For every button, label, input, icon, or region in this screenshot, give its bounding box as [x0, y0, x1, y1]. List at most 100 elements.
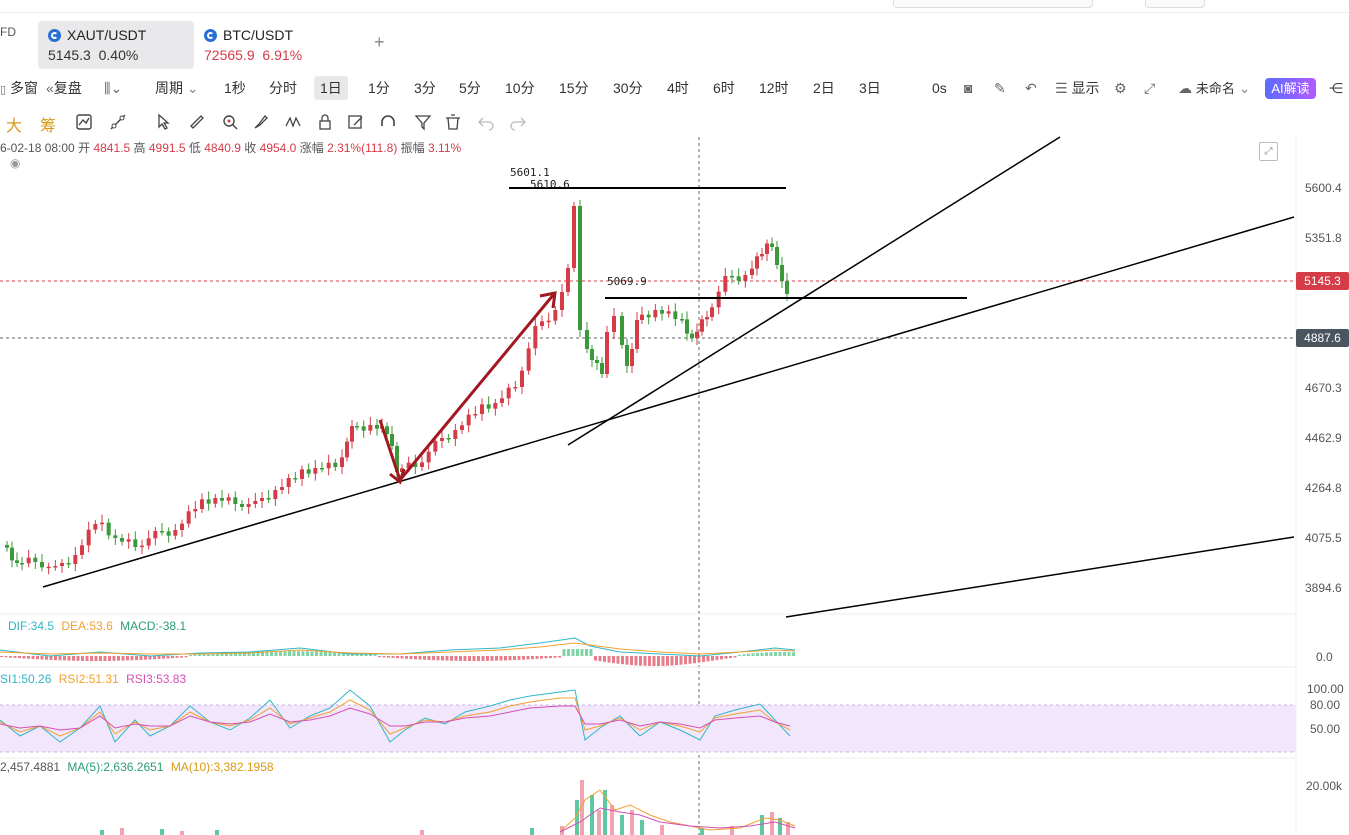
macd-bar: [495, 656, 498, 661]
macd-bar: [508, 656, 512, 661]
candle-body: [355, 426, 359, 428]
candle-body: [186, 511, 191, 524]
volume-bar: [160, 829, 164, 835]
candle-body: [113, 535, 118, 538]
macd-bar: [472, 656, 476, 661]
candle-body: [153, 531, 158, 539]
price-tick: 4264.8: [1305, 481, 1342, 495]
rsi-legend: SI1:50.26 RSI2:51.31 RSI3:53.83: [0, 672, 186, 686]
macd-bar: [598, 656, 602, 662]
candle-body: [466, 414, 471, 426]
candle-body: [625, 345, 629, 366]
volume-bar: [420, 830, 424, 835]
macd-bar: [621, 656, 624, 665]
macd-bar: [58, 656, 62, 661]
vol-ma10-value: MA(10):3,382.1958: [170, 760, 274, 774]
macd-bar: [697, 656, 701, 663]
macd-bar: [319, 651, 323, 656]
candle-body: [368, 425, 373, 431]
macd-bar: [517, 656, 521, 660]
rsi3-value: RSI3:53.83: [126, 672, 187, 686]
candle-body: [770, 243, 774, 247]
volume-bar: [770, 812, 774, 835]
macd-bar: [324, 651, 327, 656]
macd-bar: [661, 656, 665, 666]
candle-body: [173, 530, 178, 536]
macd-bar: [459, 656, 462, 661]
volume-legend: 2,457.4881 MA(5):2,636.2651 MA(10):3,382…: [0, 760, 274, 774]
macd-bar: [45, 656, 48, 660]
candle-body: [513, 387, 518, 389]
price-tick: 4075.5: [1305, 531, 1342, 545]
candle-body: [93, 524, 98, 530]
macd-bar: [783, 652, 786, 656]
volume-value: 2,457.4881: [0, 760, 61, 774]
macd-bar: [373, 654, 377, 656]
price-tick: 4462.9: [1305, 431, 1342, 445]
candle-body: [350, 426, 354, 442]
candle-body: [600, 363, 604, 374]
candle-body: [695, 331, 699, 338]
candle-body: [26, 557, 31, 564]
macd-bar: [526, 656, 530, 660]
candle-body: [700, 319, 704, 332]
macd-bar: [184, 656, 188, 658]
macd-bar: [715, 656, 719, 661]
macd-bar: [756, 652, 759, 656]
candle-body: [213, 498, 218, 504]
macd-bar: [193, 654, 197, 656]
candle-body: [755, 256, 759, 269]
candle-body: [716, 291, 721, 308]
candle-body: [266, 498, 271, 500]
candle-body: [526, 348, 531, 371]
candle-body: [578, 206, 582, 330]
candle-body: [273, 490, 278, 499]
rsi-axis-80: 80.00: [1310, 698, 1341, 712]
rsi1-value: SI1:50.26: [0, 672, 52, 686]
macd-bar: [553, 656, 557, 658]
macd-bar: [9, 656, 12, 658]
candlestick-chart[interactable]: [0, 0, 1349, 835]
macd-bar: [4, 656, 8, 658]
volume-bar: [530, 828, 534, 835]
candle-body: [630, 349, 634, 366]
candle-body: [553, 310, 558, 321]
macd-bar: [787, 652, 791, 656]
candle-body: [246, 504, 251, 507]
candle-body: [361, 426, 366, 431]
candle-body: [345, 441, 349, 458]
candle-body: [286, 478, 291, 487]
macd-bar: [382, 656, 386, 658]
macd-bar: [162, 656, 165, 659]
macd-bar: [315, 651, 318, 656]
macd-bar: [400, 656, 404, 659]
macd-bar: [414, 656, 417, 660]
macd-axis-zero: 0.0: [1316, 650, 1333, 664]
volume-bar: [597, 810, 601, 835]
price-tick: 3894.6: [1305, 581, 1342, 595]
macd-bar: [175, 656, 179, 658]
macd-bar: [760, 652, 764, 656]
candle-body: [572, 206, 576, 268]
candle-body: [560, 292, 564, 310]
candle-body: [240, 504, 244, 507]
candle-body: [160, 531, 164, 533]
macd-bar: [486, 656, 489, 661]
macd-bar: [67, 656, 71, 661]
price-tick: 5351.8: [1305, 231, 1342, 245]
macd-bar: [189, 654, 192, 656]
volume-bar: [215, 830, 219, 835]
price-tick: 4670.3: [1305, 381, 1342, 395]
macd-bar: [103, 656, 107, 661]
macd-bar: [85, 656, 89, 661]
candle-body: [453, 430, 458, 439]
candle-body: [473, 414, 478, 416]
candle-body: [5, 545, 9, 548]
candle-body: [533, 326, 538, 349]
candle-body: [100, 522, 104, 525]
candle-body: [480, 404, 484, 414]
macd-bar: [432, 656, 435, 661]
trend-line-far: [785, 536, 1295, 618]
macd-bar: [499, 656, 503, 661]
macd-bar: [126, 656, 129, 661]
